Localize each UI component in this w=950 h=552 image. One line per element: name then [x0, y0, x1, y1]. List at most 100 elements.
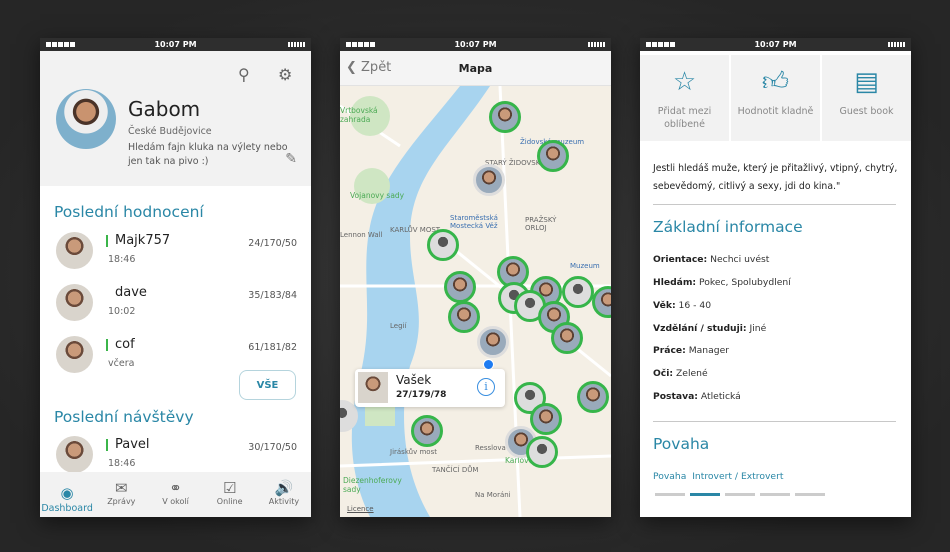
- map-label: Resslova: [475, 444, 506, 452]
- user-name: dave: [115, 285, 147, 300]
- avatar: [358, 372, 388, 403]
- status-bar: 10:07 PM: [40, 38, 311, 51]
- info-work: Práce: Manager: [653, 345, 730, 356]
- guest-book-button[interactable]: ▤ Guest book: [822, 55, 911, 141]
- battery-icon: [288, 42, 305, 47]
- map-marker[interactable]: [577, 381, 609, 413]
- tab-v-okoli[interactable]: ⚭ V okolí: [148, 472, 202, 517]
- speaker-icon: 🔊: [274, 479, 294, 497]
- map-label: TANČÍCÍ DŮM: [432, 466, 479, 474]
- search-icon[interactable]: ⚲: [238, 65, 250, 84]
- info-icon[interactable]: i: [477, 378, 495, 396]
- list-item[interactable]: Majk757 18:46 24/170/50: [56, 232, 297, 272]
- map-marker[interactable]: [477, 326, 509, 358]
- tab-zpravy[interactable]: ✉ Zprávy: [94, 472, 148, 517]
- show-all-button[interactable]: VŠE: [239, 370, 296, 400]
- tab-label: Dashboard: [41, 503, 93, 514]
- add-favorite-button[interactable]: ☆ Přidat mezi oblíbené: [640, 55, 729, 141]
- thumbs-up-icon: 👍︎: [761, 67, 790, 97]
- edit-icon[interactable]: ✎: [285, 151, 297, 167]
- divider: [653, 204, 896, 205]
- map-label: Lennon Wall: [340, 231, 383, 239]
- notebook-icon: ▤: [854, 67, 879, 97]
- page-title: Mapa: [458, 62, 493, 75]
- profile-description: Hledám fajn kluka na výlety nebo jen tak…: [128, 142, 288, 167]
- nav-bar: ❮ Zpět Mapa: [340, 51, 611, 86]
- stats: 61/181/82: [248, 342, 297, 353]
- signal-icon: [646, 42, 675, 47]
- time: 10:02: [108, 306, 136, 317]
- stats: 30/170/50: [248, 442, 297, 453]
- divider: [653, 421, 896, 422]
- map-marker[interactable]: [473, 164, 505, 196]
- map-marker[interactable]: [526, 436, 558, 468]
- profile-quote: Jestli hledáš muže, který je přitažlivý,…: [653, 163, 898, 192]
- map-label: Staroměstská Mostecká Věž: [450, 214, 498, 230]
- list-item[interactable]: dave 10:02 35/183/84: [56, 284, 297, 324]
- map-screen: 10:07 PM ❮ Zpět Mapa Vojanovy sady Židov…: [340, 38, 611, 517]
- star-icon: ☆: [672, 67, 697, 97]
- profile-name: Gabom: [128, 97, 201, 121]
- map-label: Jiráskův most: [390, 448, 437, 456]
- action-bar: ☆ Přidat mezi oblíbené 👍︎ Hodnotit kladně …: [640, 51, 911, 141]
- user-name: cof: [106, 338, 135, 351]
- info-education: Vzdělání / studuji: Jiné: [653, 323, 767, 334]
- time: včera: [108, 358, 135, 369]
- profile-screen: 10:07 PM ☆ Přidat mezi oblíbené 👍︎ Hodnoti…: [640, 38, 911, 517]
- avatar: [56, 436, 93, 473]
- map-label: Muzeum: [570, 262, 600, 270]
- licence-link[interactable]: Licence: [347, 505, 374, 513]
- action-label: Přidat mezi oblíbené: [657, 106, 712, 130]
- battery-icon: [588, 42, 605, 47]
- map-marker[interactable]: [551, 322, 583, 354]
- map-marker[interactable]: [537, 140, 569, 172]
- map-marker[interactable]: [530, 403, 562, 435]
- ratings-title: Poslední hodnocení: [54, 203, 204, 221]
- gauge-icon: ⚭: [169, 479, 182, 497]
- info-looking-for: Hledám: Pokec, Spolubydlení: [653, 277, 791, 288]
- map-marker[interactable]: [489, 101, 521, 133]
- avatar[interactable]: [56, 89, 116, 149]
- tab-dashboard[interactable]: ◉ Dashboard: [40, 472, 95, 517]
- tab-label: V okolí: [162, 497, 189, 506]
- map-label: Diezenhoferovy sady: [343, 476, 402, 494]
- status-bar: 10:07 PM: [340, 38, 611, 51]
- basic-info-title: Základní informace: [653, 218, 803, 236]
- info-eyes: Oči: Zelené: [653, 368, 708, 379]
- trait-label: Povaha Introvert / Extrovert: [653, 471, 784, 482]
- profile-header: ⚲ ⚙ Gabom České Budějovice Hledám fajn k…: [40, 51, 311, 186]
- user-name: Pavel: [106, 438, 150, 451]
- map-marker[interactable]: [427, 229, 459, 261]
- map-marker[interactable]: [411, 415, 443, 447]
- map-marker[interactable]: [562, 276, 594, 308]
- signal-icon: [346, 42, 375, 47]
- stats: 24/170/50: [248, 238, 297, 249]
- tab-online[interactable]: ☑ Online: [203, 472, 257, 517]
- map-marker[interactable]: [444, 271, 476, 303]
- tab-bar: ◉ Dashboard ✉ Zprávy ⚭ V okolí ☑ Online 🔊 Akt…: [40, 472, 311, 517]
- map-label: Vrtbovská zahrada: [340, 106, 378, 124]
- user-popup[interactable]: Vašek 27/179/78 i: [355, 369, 505, 407]
- user-name: Majk757: [106, 234, 170, 247]
- status-time: 10:07 PM: [754, 40, 797, 49]
- tab-aktivity[interactable]: 🔊 Aktivity: [257, 472, 311, 517]
- map-label: Vojanovy sady: [350, 191, 405, 200]
- visits-title: Poslední návštěvy: [54, 408, 194, 426]
- trait-scale: [655, 493, 825, 496]
- rate-positive-button[interactable]: 👍︎ Hodnotit kladně: [731, 55, 820, 141]
- tab-label: Online: [216, 497, 243, 506]
- popup-stats: 27/179/78: [396, 390, 447, 400]
- time: 18:46: [108, 254, 136, 265]
- dashboard-screen: 10:07 PM ⚲ ⚙ Gabom České Budějovice Hled…: [40, 38, 311, 517]
- popup-name: Vašek: [396, 373, 432, 387]
- map[interactable]: Vojanovy sady Židovské muzeum STARÝ ŽIDO…: [340, 86, 611, 517]
- gear-icon[interactable]: ⚙: [278, 65, 292, 84]
- tab-label: Aktivity: [268, 497, 300, 506]
- map-marker[interactable]: [448, 301, 480, 333]
- list-item[interactable]: Pavel 18:46 30/170/50: [56, 436, 297, 476]
- trait-title: Povaha: [653, 435, 710, 453]
- status-time: 10:07 PM: [154, 40, 197, 49]
- action-label: Hodnotit kladně: [737, 106, 814, 117]
- avatar: [56, 336, 93, 373]
- envelope-icon: ✉: [115, 479, 128, 497]
